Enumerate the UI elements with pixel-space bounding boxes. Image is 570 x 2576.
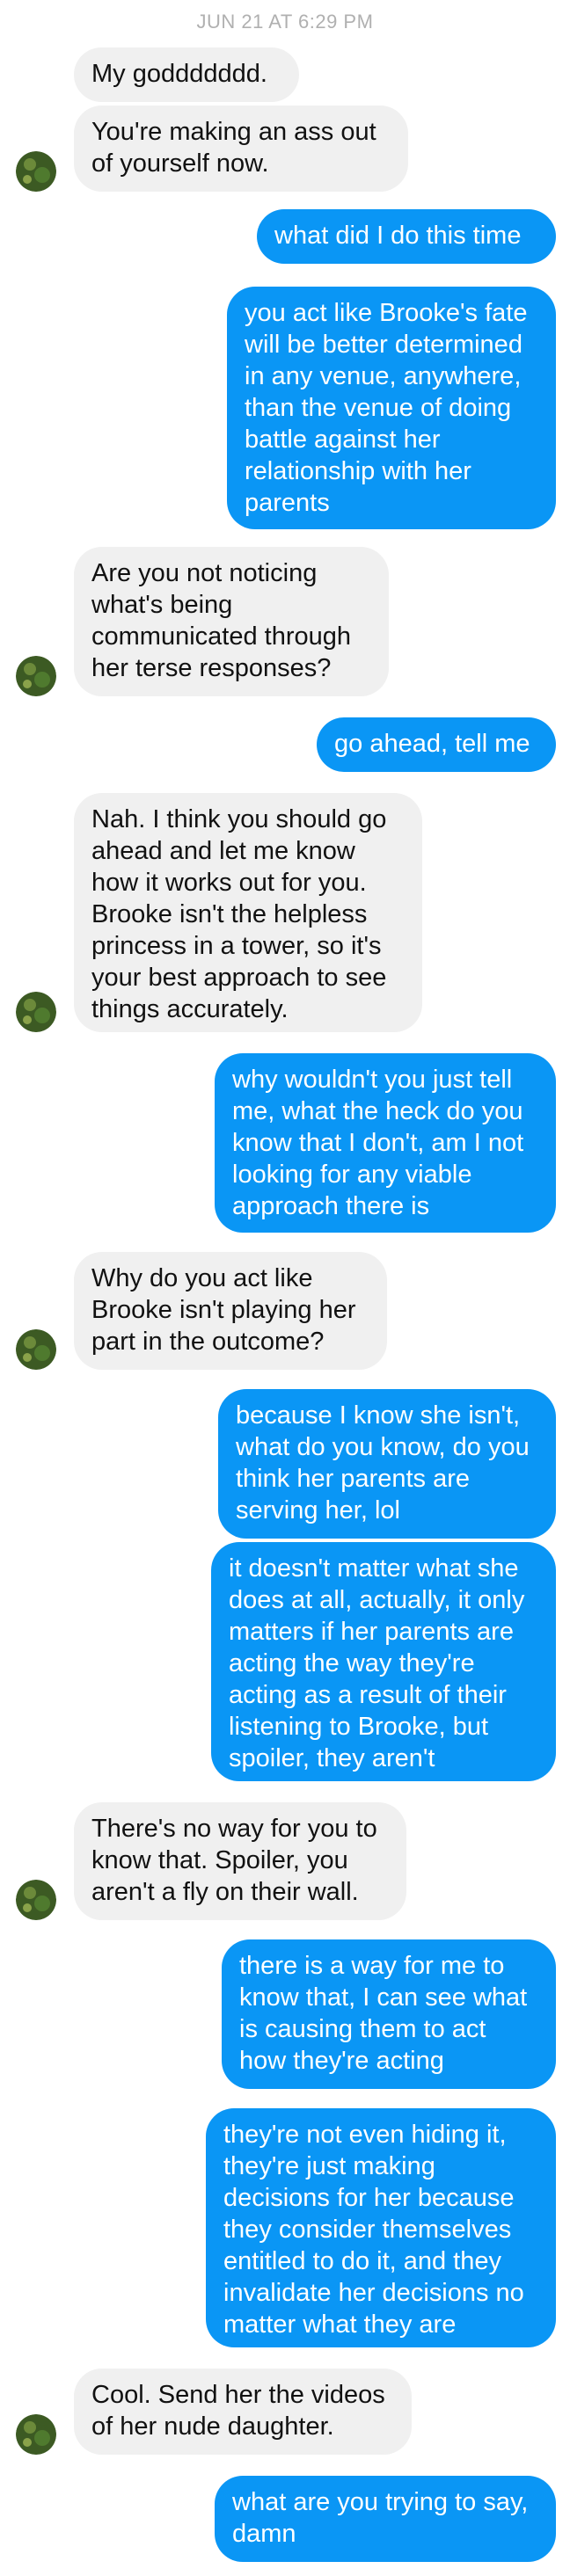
timestamp: JUN 21 AT 6:29 PM (196, 11, 374, 33)
outgoing-message[interactable]: because I know she isn't, what do you kn… (218, 1389, 556, 1539)
contact-avatar-icon[interactable] (16, 151, 56, 192)
contact-avatar-icon[interactable] (16, 1329, 56, 1370)
outgoing-message[interactable]: it doesn't matter what she does at all, … (211, 1542, 556, 1781)
contact-avatar-icon[interactable] (16, 2414, 56, 2455)
contact-avatar-icon[interactable] (16, 656, 56, 696)
outgoing-message[interactable]: what did I do this time (257, 209, 556, 264)
incoming-message[interactable]: My goddddddd. (74, 47, 299, 102)
incoming-message[interactable]: Cool. Send her the videos of her nude da… (74, 2369, 412, 2455)
contact-avatar-icon[interactable] (16, 1880, 56, 1920)
incoming-message[interactable]: There's no way for you to know that. Spo… (74, 1802, 406, 1920)
incoming-message[interactable]: Are you not noticing what's being commun… (74, 547, 389, 696)
incoming-message[interactable]: Nah. I think you should go ahead and let… (74, 793, 422, 1032)
incoming-message[interactable]: Why do you act like Brooke isn't playing… (74, 1252, 387, 1370)
contact-avatar-icon[interactable] (16, 992, 56, 1032)
outgoing-message[interactable]: go ahead, tell me (317, 717, 556, 772)
outgoing-message[interactable]: there is a way for me to know that, I ca… (222, 1939, 556, 2089)
outgoing-message[interactable]: what are you trying to say, damn (215, 2476, 556, 2562)
outgoing-message[interactable]: why wouldn't you just tell me, what the … (215, 1053, 556, 1233)
incoming-message[interactable]: You're making an ass out of yourself now… (74, 106, 408, 192)
outgoing-message[interactable]: you act like Brooke's fate will be bette… (227, 287, 556, 529)
outgoing-message[interactable]: they're not even hiding it, they're just… (206, 2108, 556, 2347)
